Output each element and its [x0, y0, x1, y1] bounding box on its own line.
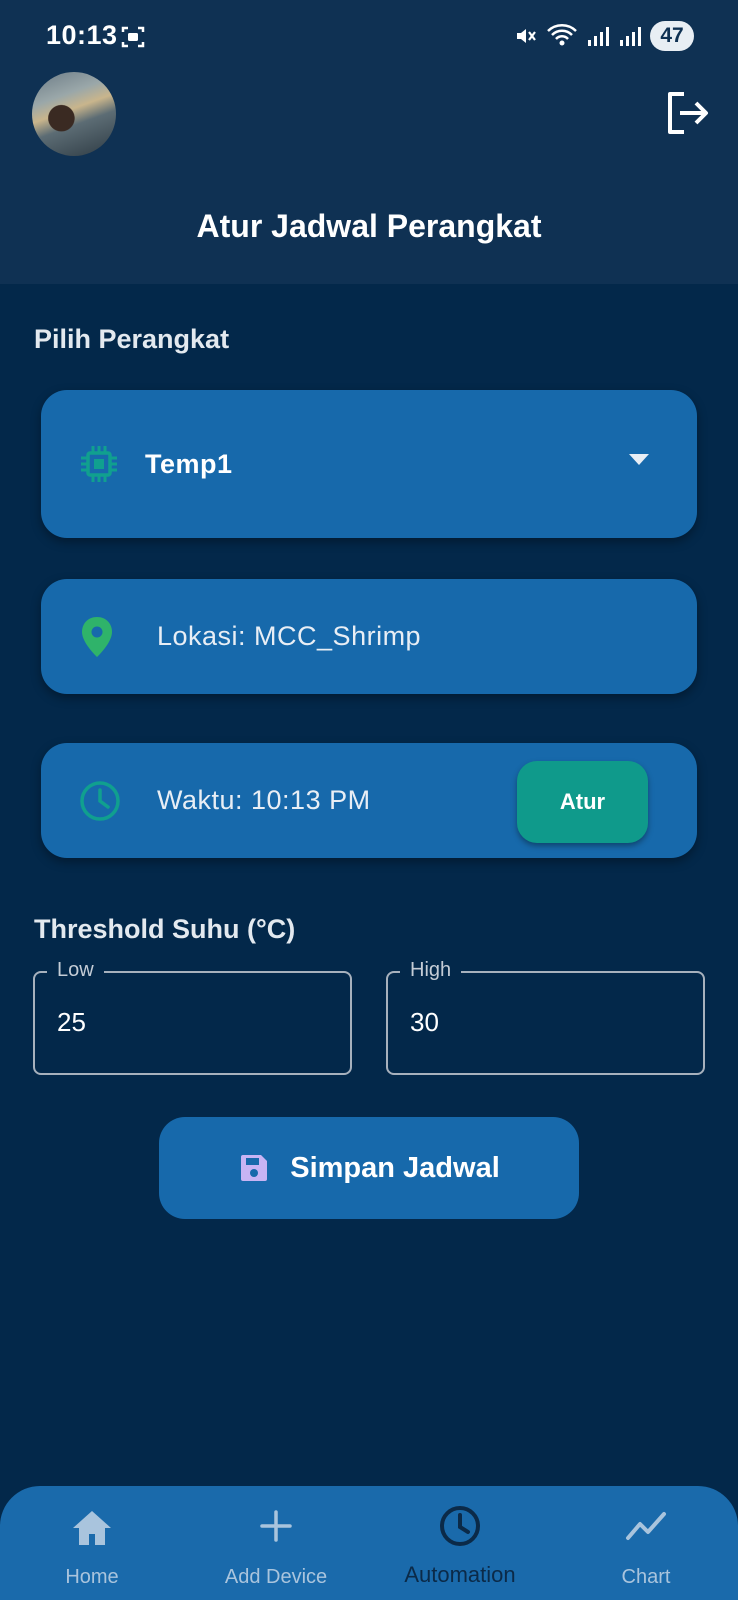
status-bar: 10:13 47 [0, 0, 738, 72]
plus-icon [260, 1510, 292, 1542]
selected-device: Temp1 [145, 449, 233, 479]
page-title: Atur Jadwal Perangkat [196, 208, 542, 244]
status-icons: 47 [514, 20, 694, 52]
screenshot-icon [121, 26, 145, 48]
time-card: Waktu: 10:13 PM Atur [41, 743, 697, 858]
mute-icon [517, 29, 536, 43]
time-text: Waktu: 10:13 PM [157, 785, 371, 815]
low-threshold-label: Low [47, 959, 104, 982]
nav-item-home[interactable]: Home [0, 1486, 184, 1600]
chip-icon [81, 446, 117, 482]
low-threshold-field[interactable]: Low [33, 959, 352, 1075]
high-threshold-label: High [400, 959, 462, 982]
nav-label-chart: Chart [621, 1566, 671, 1588]
clock-icon [440, 1506, 480, 1546]
nav-item-chart[interactable]: Chart [554, 1486, 738, 1600]
chevron-down-icon [629, 454, 649, 465]
location-pin-icon [82, 617, 112, 657]
logout-icon[interactable] [664, 90, 710, 136]
nav-item-add-device[interactable]: Add Device [184, 1486, 368, 1600]
threshold-section-title: Threshold Suhu (°C) [34, 914, 296, 944]
high-threshold-input[interactable] [410, 1007, 670, 1038]
location-card: Lokasi: MCC_Shrimp [41, 579, 697, 694]
low-threshold-input[interactable] [57, 1007, 317, 1038]
status-time: 10:13 [46, 20, 118, 50]
avatar[interactable] [32, 72, 116, 156]
battery-indicator: 47 [650, 21, 694, 51]
bottom-navigation: Home Add Device Automation Chart [0, 1486, 738, 1600]
wifi-icon [547, 24, 577, 46]
nav-label-home: Home [65, 1566, 119, 1588]
signal-icon [588, 27, 609, 46]
high-threshold-field[interactable]: High [386, 959, 705, 1075]
device-section-title: Pilih Perangkat [34, 324, 230, 354]
nav-label-automation: Automation [404, 1562, 516, 1587]
save-schedule-label: Simpan Jadwal [290, 1151, 500, 1184]
nav-label-add-device: Add Device [224, 1566, 328, 1588]
app-header: 10:13 47 Atur Jadwal Perangkat [0, 0, 738, 284]
nav-item-automation[interactable]: Automation [368, 1486, 552, 1600]
device-dropdown[interactable]: Temp1 [41, 390, 697, 538]
clock-icon [80, 781, 120, 821]
save-icon [241, 1155, 268, 1181]
home-icon [73, 1511, 111, 1545]
location-text: Lokasi: MCC_Shrimp [157, 621, 422, 651]
save-schedule-button[interactable]: Simpan Jadwal [159, 1117, 579, 1219]
chart-line-icon [626, 1512, 666, 1540]
set-time-button[interactable]: Atur [517, 761, 648, 843]
signal-icon-2 [620, 27, 641, 46]
